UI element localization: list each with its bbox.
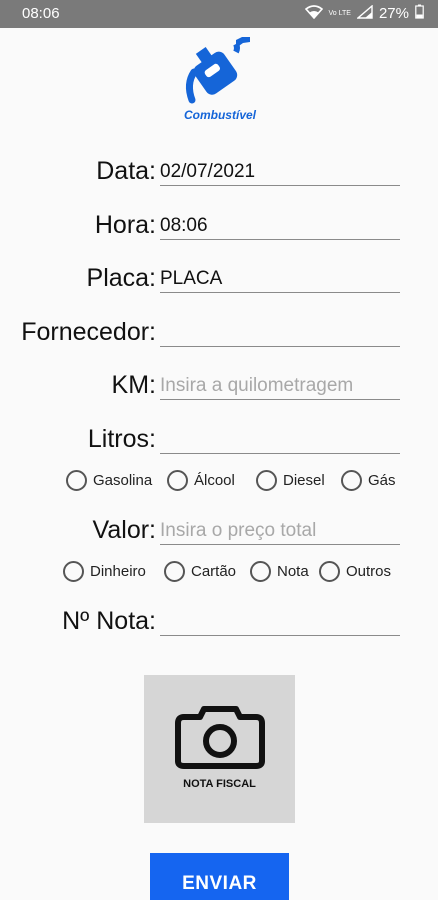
nota-fiscal-photo-button[interactable]: NOTA FISCAL — [144, 675, 295, 823]
fuel-radio-label: Álcool — [194, 472, 235, 489]
radio-circle[interactable] — [341, 470, 362, 491]
fuel-nozzle-icon — [185, 37, 250, 104]
fuel-radio-label: Diesel — [283, 472, 325, 489]
data-field[interactable] — [160, 156, 400, 186]
payment-radio-label: Nota — [277, 563, 309, 580]
radio-circle[interactable] — [250, 561, 271, 582]
radio-circle[interactable] — [319, 561, 340, 582]
fuel-radio-diesel[interactable]: Diesel — [256, 470, 325, 491]
status-bar: 08:06 Vo LTE 27% — [0, 0, 438, 28]
battery-icon — [415, 4, 424, 23]
payment-radio-dinheiro[interactable]: Dinheiro — [63, 561, 146, 582]
radio-circle[interactable] — [256, 470, 277, 491]
radio-circle[interactable] — [167, 470, 188, 491]
radio-circle[interactable] — [66, 470, 87, 491]
km-label: KM: — [111, 371, 156, 399]
payment-radio-outros[interactable]: Outros — [319, 561, 391, 582]
fornecedor-label: Fornecedor: — [21, 318, 156, 346]
km-field[interactable] — [160, 370, 400, 400]
payment-radio-nota[interactable]: Nota — [250, 561, 309, 582]
fuel-radio-label: Gasolina — [93, 472, 153, 489]
placa-label: Placa: — [86, 264, 156, 292]
fuel-radio-gas[interactable]: Gás — [341, 470, 396, 491]
wifi-icon — [304, 4, 323, 23]
hora-label: Hora: — [94, 211, 156, 239]
radio-circle[interactable] — [164, 561, 185, 582]
valor-label: Valor: — [92, 516, 156, 544]
battery-percent: 27% — [378, 5, 409, 22]
nota-field[interactable] — [160, 606, 400, 636]
payment-radio-label: Outros — [346, 563, 392, 580]
data-label: Data: — [96, 157, 156, 185]
payment-radio-label: Cartão — [191, 563, 237, 580]
fornecedor-field[interactable] — [160, 317, 400, 347]
valor-field[interactable] — [160, 515, 400, 545]
app-logo: Combustível — [172, 34, 268, 124]
payment-radio-cartao[interactable]: Cartão — [164, 561, 236, 582]
payment-radio-label: Dinheiro — [90, 563, 146, 580]
radio-circle[interactable] — [63, 561, 84, 582]
placa-field[interactable] — [160, 263, 400, 293]
fuel-radio-gasolina[interactable]: Gasolina — [66, 470, 152, 491]
status-icons: Vo LTE 27% — [304, 3, 424, 23]
fuel-radio-alcool[interactable]: Álcool — [167, 470, 235, 491]
litros-label: Litros: — [87, 425, 156, 453]
network-label: Vo LTE — [328, 10, 351, 17]
brand-name: Combustível — [183, 108, 256, 122]
camera-icon — [175, 706, 265, 769]
fuel-radio-label: Gás — [368, 472, 396, 489]
signal-icon — [356, 3, 373, 23]
status-time: 08:06 — [22, 5, 60, 22]
enviar-button[interactable]: ENVIAR — [150, 853, 289, 900]
nota-fiscal-caption: NOTA FISCAL — [183, 778, 256, 790]
nota-label: Nº Nota: — [62, 607, 156, 635]
hora-field[interactable] — [160, 210, 400, 240]
litros-field[interactable] — [160, 424, 400, 454]
